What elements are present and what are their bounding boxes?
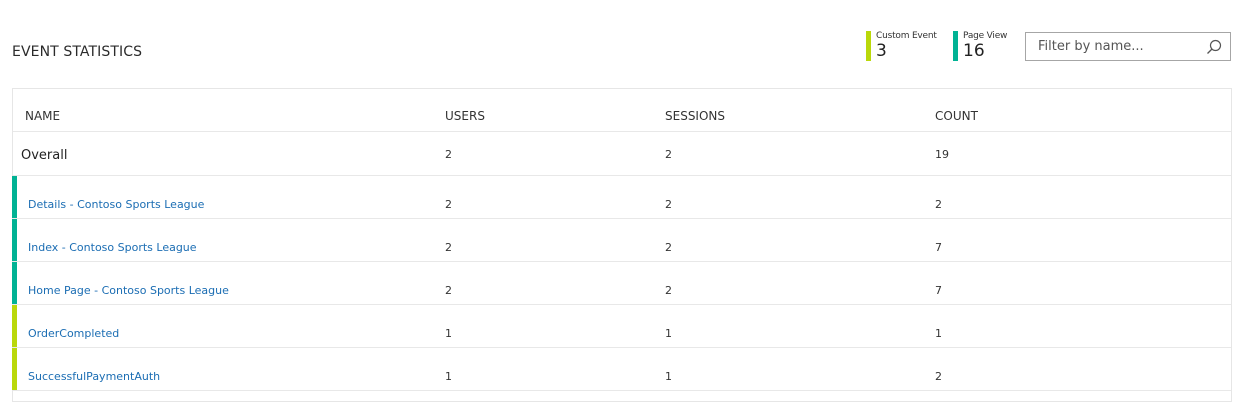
event-sessions: 2 (665, 284, 672, 297)
table-row: SuccessfulPaymentAuth 1 1 2 (12, 348, 1231, 391)
event-type-stripe (12, 219, 17, 261)
event-count: 1 (935, 327, 942, 340)
legend-page-view-label: Page View (963, 31, 1008, 41)
overall-label: Overall (21, 148, 68, 163)
event-statistics-table: NAME USERS SESSIONS COUNT Overall 2 2 19… (12, 88, 1232, 402)
column-header-users[interactable]: USERS (445, 109, 485, 123)
event-type-stripe (12, 348, 17, 390)
event-type-stripe (12, 305, 17, 347)
table-row: OrderCompleted 1 1 1 (12, 305, 1231, 348)
event-name-link[interactable]: Details - Contoso Sports League (28, 198, 204, 211)
event-users: 1 (445, 327, 452, 340)
event-users: 2 (445, 198, 452, 211)
event-type-stripe (12, 176, 17, 218)
event-name-link[interactable]: SuccessfulPaymentAuth (28, 370, 160, 383)
event-count: 7 (935, 284, 942, 297)
event-name-link[interactable]: Index - Contoso Sports League (28, 241, 197, 254)
event-count: 2 (935, 370, 942, 383)
overall-count: 19 (935, 148, 949, 161)
column-header-name[interactable]: NAME (25, 109, 60, 123)
legend-page-view-swatch (953, 31, 958, 61)
event-users: 2 (445, 241, 452, 254)
event-sessions: 1 (665, 327, 672, 340)
legend-page-view-count: 16 (963, 41, 985, 61)
event-statistics-panel: EVENT STATISTICS Custom Event 3 Page Vie… (0, 0, 1254, 415)
event-sessions: 2 (665, 198, 672, 211)
page-title: EVENT STATISTICS (12, 44, 143, 60)
filter-by-name-input[interactable] (1038, 36, 1198, 57)
event-count: 2 (935, 198, 942, 211)
table-row: Home Page - Contoso Sports League 2 2 7 (12, 262, 1231, 305)
overall-row: Overall 2 2 19 (13, 133, 1231, 176)
legend-custom-event-swatch (866, 31, 871, 61)
event-name-link[interactable]: OrderCompleted (28, 327, 119, 340)
legend-custom-event-label: Custom Event (876, 31, 937, 41)
table-row: Details - Contoso Sports League 2 2 2 (12, 176, 1231, 219)
overall-users: 2 (445, 148, 452, 161)
column-header-count[interactable]: COUNT (935, 109, 978, 123)
event-sessions: 2 (665, 241, 672, 254)
legend-custom-event-count: 3 (876, 41, 887, 61)
event-users: 2 (445, 284, 452, 297)
column-header-sessions[interactable]: SESSIONS (665, 109, 725, 123)
table-row: Index - Contoso Sports League 2 2 7 (12, 219, 1231, 262)
event-type-stripe (12, 262, 17, 304)
event-sessions: 1 (665, 370, 672, 383)
event-name-link[interactable]: Home Page - Contoso Sports League (28, 284, 229, 297)
event-users: 1 (445, 370, 452, 383)
event-count: 7 (935, 241, 942, 254)
search-icon[interactable] (1206, 39, 1222, 55)
legend-custom-event: Custom Event 3 (866, 31, 937, 61)
legend-page-view: Page View 16 (953, 31, 1007, 61)
overall-sessions: 2 (665, 148, 672, 161)
filter-search-box[interactable] (1025, 32, 1231, 61)
table-header-row: NAME USERS SESSIONS COUNT (13, 89, 1231, 132)
